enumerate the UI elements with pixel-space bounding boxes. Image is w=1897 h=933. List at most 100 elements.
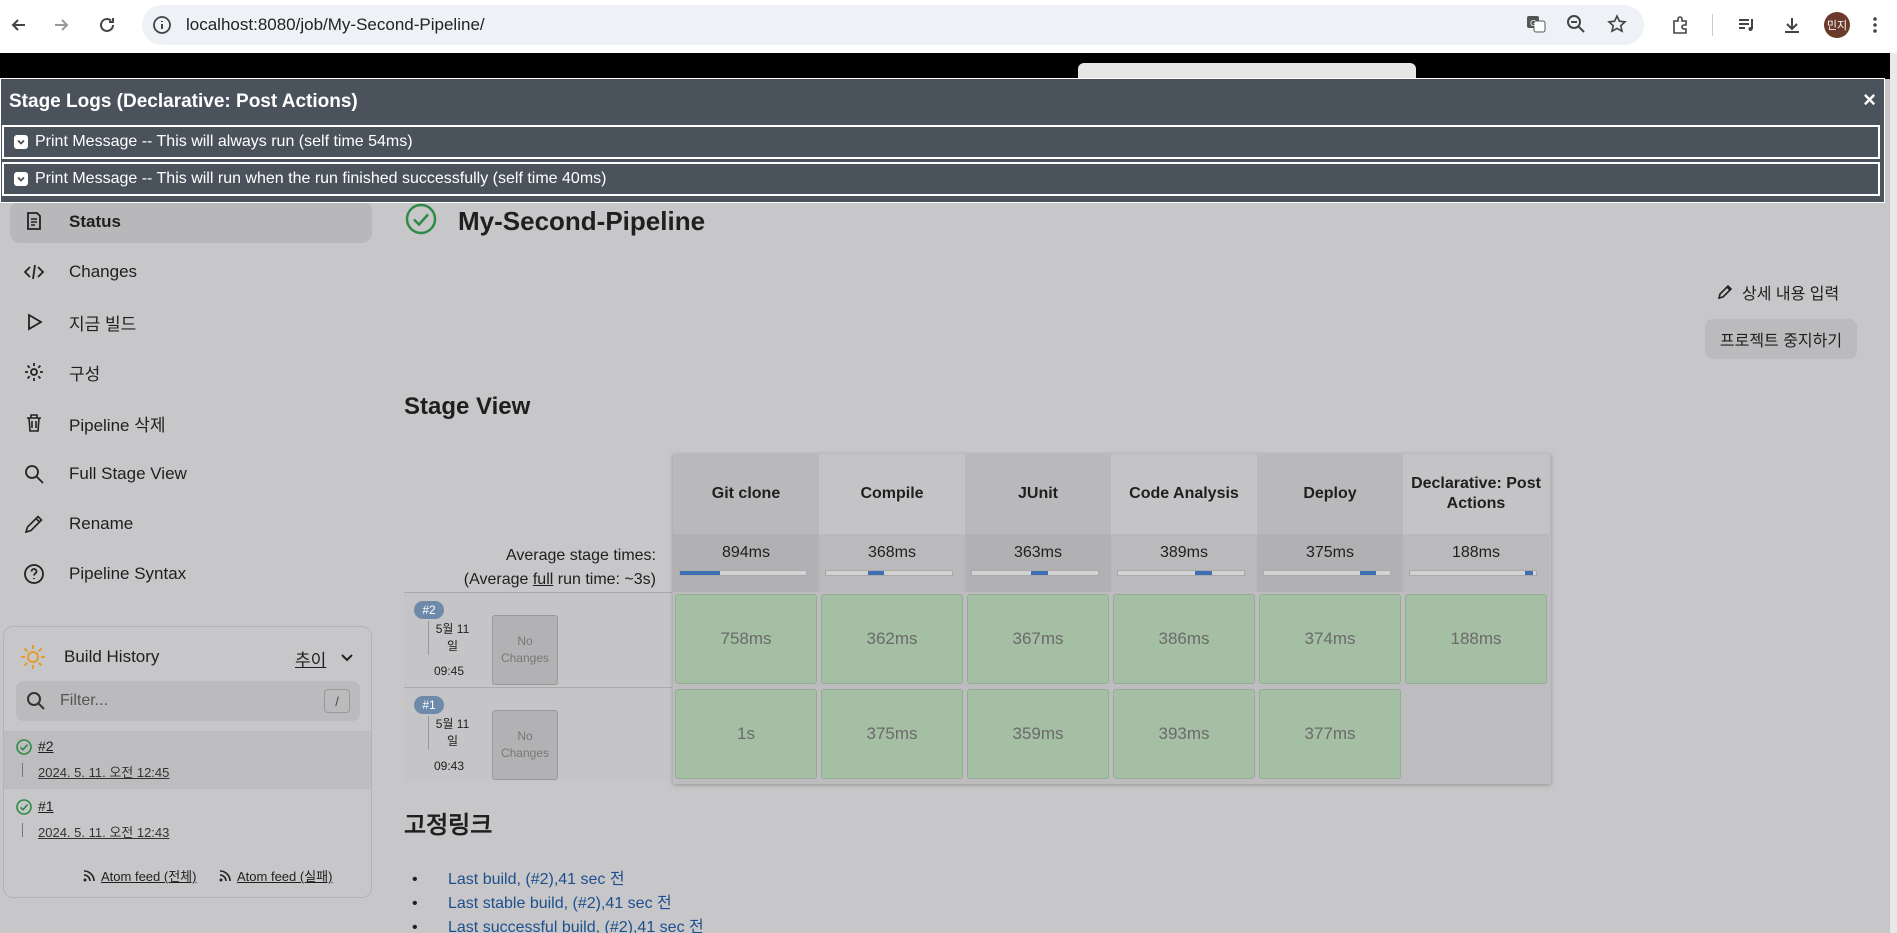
sidebar-item-changes[interactable]: Changes: [10, 251, 372, 293]
run-time: 09:43: [434, 759, 465, 773]
stage-cell[interactable]: 188ms: [1405, 594, 1547, 684]
run-row-header: #1 5월 11 일 09:43 No Changes: [404, 687, 672, 781]
permalink-item[interactable]: Last stable build, (#2),41 sec 전: [412, 892, 704, 916]
stage-log-row[interactable]: Print Message -- This will always run (s…: [2, 125, 1880, 159]
no-changes-box: No Changes: [492, 710, 558, 780]
media-button[interactable]: [1734, 12, 1760, 38]
stage-progress-fill: [1194, 571, 1213, 575]
sidebar-item-pipeline-삭제[interactable]: Pipeline 삭제: [10, 402, 372, 444]
atom-feed-fail-link[interactable]: Atom feed (실패): [218, 866, 332, 885]
run-date: 5월 11 일: [428, 716, 476, 750]
stage-average-time: 894ms: [721, 544, 771, 561]
stage-average: 389ms: [1111, 534, 1257, 592]
sidebar-item-구성[interactable]: 구성: [10, 351, 372, 393]
stage-header: Compile: [819, 454, 965, 534]
permalink-item[interactable]: Last build, (#2),41 sec 전: [412, 868, 704, 892]
sidebar-item-label: 구성: [69, 364, 101, 384]
build-date-link[interactable]: 2024. 5. 11. 오전 12:45: [38, 762, 169, 781]
run-badge[interactable]: #1: [414, 696, 444, 714]
disable-project-button[interactable]: 프로젝트 중지하기: [1705, 319, 1857, 359]
zoom-button[interactable]: [1564, 12, 1588, 36]
build-divider: [22, 823, 23, 837]
stage-log-label: Print Message -- This will run when the …: [35, 170, 607, 187]
edit-description-link[interactable]: 상세 내용 입력: [1716, 280, 1839, 304]
pencil-icon: [20, 510, 48, 538]
stage-cell[interactable]: 375ms: [821, 689, 963, 779]
sidebar-item-status[interactable]: Status: [10, 201, 372, 243]
stage-progress-track: [679, 570, 807, 576]
stage-average: 188ms: [1403, 534, 1549, 592]
trend-link[interactable]: 추이: [295, 646, 326, 671]
stage-average-time: 389ms: [1159, 544, 1209, 561]
permalink-item[interactable]: Last successful build, (#2),41 sec 전: [412, 916, 704, 933]
sidebar-item-지금-빌드[interactable]: 지금 빌드: [10, 301, 372, 343]
chevron-down-icon[interactable]: [338, 648, 356, 666]
downloads-button[interactable]: [1779, 12, 1805, 38]
sidebar-item-full-stage-view[interactable]: Full Stage View: [10, 453, 372, 495]
extensions-button[interactable]: [1668, 12, 1694, 38]
back-button[interactable]: [6, 12, 32, 38]
search-icon: [20, 460, 48, 488]
stage-progress-fill: [1359, 571, 1377, 575]
sidebar-item-label: Changes: [69, 262, 138, 281]
stage-progress-track: [1263, 570, 1391, 576]
expand-toggle-icon[interactable]: [14, 135, 28, 149]
zoom-icon: [1567, 15, 1585, 33]
info-icon[interactable]: [152, 15, 172, 35]
dialog-title: Stage Logs (Declarative: Post Actions): [9, 91, 358, 112]
stage-cell[interactable]: 362ms: [821, 594, 963, 684]
rss-icon: [219, 869, 231, 881]
stage-average: 368ms: [819, 534, 965, 592]
success-icon: [16, 799, 32, 815]
svg-text:G: G: [1530, 19, 1536, 28]
expand-toggle-icon[interactable]: [14, 172, 28, 186]
run-badge[interactable]: #2: [414, 601, 444, 619]
build-history-row[interactable]: #1 2024. 5. 11. 오전 12:43: [4, 791, 371, 849]
page-scrollbar[interactable]: [1890, 53, 1897, 933]
stage-cell[interactable]: 367ms: [967, 594, 1109, 684]
success-icon: [16, 739, 32, 755]
close-icon[interactable]: ×: [1863, 87, 1876, 113]
url-text: localhost:8080/job/My-Second-Pipeline/: [186, 15, 485, 34]
stage-log-row[interactable]: Print Message -- This will run when the …: [2, 162, 1880, 196]
atom-feed-all-label: Atom feed (전체): [101, 869, 197, 884]
edit-description-label: 상세 내용 입력: [1742, 286, 1840, 303]
atom-feed-all-link[interactable]: Atom feed (전체): [82, 866, 196, 885]
reload-button[interactable]: [94, 12, 120, 38]
forward-button[interactable]: [48, 12, 74, 38]
translate-button[interactable]: G: [1524, 12, 1548, 36]
full-run-link[interactable]: full: [533, 571, 553, 588]
bookmark-button[interactable]: [1605, 12, 1629, 36]
sidebar-item-pipeline-syntax[interactable]: Pipeline Syntax: [10, 553, 372, 595]
rss-icon: [83, 869, 95, 881]
stage-cell[interactable]: 393ms: [1113, 689, 1255, 779]
sidebar-item-rename[interactable]: Rename: [10, 503, 372, 545]
build-date-link[interactable]: 2024. 5. 11. 오전 12:43: [38, 822, 169, 841]
jenkins-search-box[interactable]: [1078, 63, 1416, 79]
atom-feed-fail-label: Atom feed (실패): [237, 869, 333, 884]
stage-cell[interactable]: 758ms: [675, 594, 817, 684]
sidebar-item-label: Full Stage View: [69, 464, 187, 483]
page-title: My-Second-Pipeline: [458, 206, 706, 236]
run-row-header: #2 5월 11 일 09:45 No Changes: [404, 592, 672, 686]
stage-cell[interactable]: 377ms: [1259, 689, 1401, 779]
build-number-link[interactable]: #1: [38, 798, 54, 814]
no-changes-box: No Changes: [492, 615, 558, 685]
search-icon: [27, 692, 45, 710]
average-stage-times-text: Average stage times:: [505, 547, 656, 564]
stage-progress-fill: [1524, 571, 1534, 575]
build-number-link[interactable]: #2: [38, 738, 54, 754]
stage-cell[interactable]: 359ms: [967, 689, 1109, 779]
stage-cell[interactable]: 374ms: [1259, 594, 1401, 684]
build-history-row[interactable]: #2 2024. 5. 11. 오전 12:45: [4, 731, 371, 789]
address-bar[interactable]: localhost:8080/job/My-Second-Pipeline/: [142, 5, 1644, 45]
profile-avatar[interactable]: 민지: [1824, 12, 1850, 38]
build-filter-input[interactable]: Filter... /: [16, 681, 360, 721]
stage-progress-fill: [680, 571, 721, 575]
stage-cell[interactable]: 1s: [675, 689, 817, 779]
build-history-header: Build History 추이: [20, 642, 360, 672]
stage-cell[interactable]: 386ms: [1113, 594, 1255, 684]
browser-menu-button[interactable]: [1862, 12, 1888, 38]
translate-icon: G: [1527, 16, 1546, 33]
sidebar-item-label: Pipeline 삭제: [69, 415, 166, 435]
